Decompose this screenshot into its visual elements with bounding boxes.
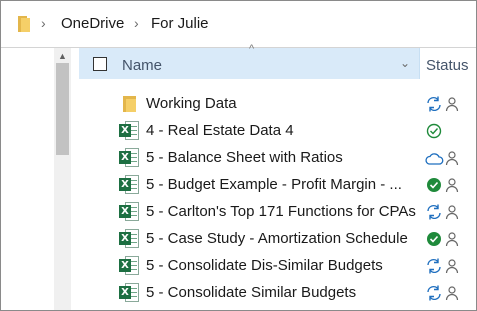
select-all-checkbox[interactable] [93, 57, 107, 71]
folder-icon [18, 16, 30, 32]
shared-person-icon [445, 232, 459, 247]
scroll-up-arrow-icon[interactable]: ▲ [58, 51, 67, 61]
sync-icon [427, 204, 441, 220]
column-header-name-label: Name [122, 57, 163, 74]
file-name: Working Data [146, 95, 237, 112]
excel-file-icon: X [119, 283, 140, 303]
always-available-icon [427, 232, 441, 246]
file-name: 5 - Balance Sheet with Ratios [146, 149, 343, 166]
breadcrumb: › OneDrive › For Julie [1, 1, 476, 47]
list-item[interactable]: X 5 - Budget Example - Profit Margin - .… [79, 171, 476, 198]
excel-file-icon: X [119, 202, 140, 222]
sync-icon [427, 258, 441, 274]
file-name: 5 - Case Study - Amortization Schedule [146, 230, 408, 247]
excel-file-icon: X [119, 229, 140, 249]
excel-file-icon: X [119, 256, 140, 276]
file-name: 5 - Consolidate Similar Budgets [146, 284, 357, 301]
navigation-pane [1, 48, 54, 310]
column-header-status[interactable]: Status [426, 57, 469, 74]
file-name: 5 - Budget Example - Profit Margin - ... [146, 176, 402, 193]
shared-person-icon [445, 97, 459, 112]
list-item[interactable]: X 4 - Real Estate Data 4 [79, 117, 476, 144]
list-item[interactable]: X 5 - Case Study - Amortization Schedule [79, 225, 476, 252]
folder-icon [119, 94, 140, 114]
sort-ascending-icon: ^ [249, 43, 255, 55]
status-icons [425, 176, 465, 194]
shared-person-icon [445, 259, 459, 274]
list-item[interactable]: X 5 - Carlton's Top 171 Functions for CP… [79, 198, 476, 225]
sync-icon [427, 285, 441, 301]
shared-person-icon [445, 151, 459, 166]
shared-person-icon [445, 286, 459, 301]
status-icons [425, 203, 465, 221]
excel-file-icon: X [119, 148, 140, 168]
status-icons [425, 257, 465, 275]
file-name: 5 - Consolidate Dis-Similar Budgets [146, 257, 383, 274]
list-item[interactable]: Working Data [79, 90, 476, 117]
chevron-down-icon[interactable]: ⌄ [400, 56, 410, 70]
shared-person-icon [445, 178, 459, 193]
status-icons [425, 149, 465, 167]
status-icons [425, 284, 465, 302]
file-explorer-window: › OneDrive › For Julie ▲ ^ Name ⌄ Status… [0, 0, 477, 311]
status-icons [425, 230, 465, 248]
column-divider[interactable] [419, 48, 420, 79]
available-locally-icon [426, 123, 442, 139]
nav-scrollbar-thumb[interactable] [56, 63, 69, 155]
status-icons [425, 122, 465, 140]
sync-icon [427, 96, 441, 112]
status-icons [425, 95, 465, 113]
file-name: 5 - Carlton's Top 171 Functions for CPAs [146, 203, 416, 220]
breadcrumb-onedrive[interactable]: OneDrive [61, 15, 124, 32]
file-name: 4 - Real Estate Data 4 [146, 122, 294, 139]
chevron-right-icon[interactable]: › [41, 15, 46, 31]
list-item[interactable]: X 5 - Consolidate Dis-Similar Budgets [79, 252, 476, 279]
list-item[interactable]: X 5 - Balance Sheet with Ratios [79, 144, 476, 171]
shared-person-icon [445, 205, 459, 220]
excel-file-icon: X [119, 121, 140, 141]
chevron-right-icon[interactable]: › [134, 15, 139, 31]
list-item[interactable]: X 5 - Consolidate Similar Budgets [79, 279, 476, 306]
breadcrumb-for-julie[interactable]: For Julie [151, 15, 209, 32]
always-available-icon [427, 178, 441, 192]
excel-file-icon: X [119, 175, 140, 195]
cloud-icon [425, 153, 444, 165]
